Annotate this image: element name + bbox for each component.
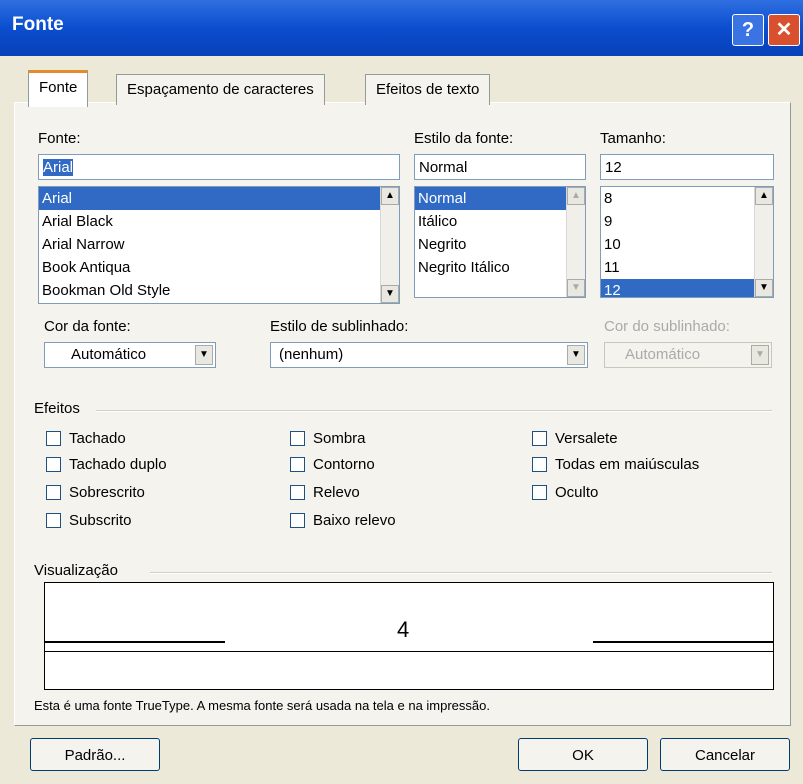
list-item[interactable]: Book Antiqua <box>39 256 399 279</box>
size-input[interactable]: 12 <box>600 154 774 180</box>
default-button[interactable]: Padrão... <box>30 738 160 771</box>
chevron-down-icon[interactable]: ▼ <box>567 345 585 365</box>
checkbox-box[interactable] <box>290 431 305 446</box>
preview-label: Visualização <box>34 562 118 579</box>
effects-label: Efeitos <box>34 400 80 417</box>
list-item[interactable]: Negrito Itálico <box>415 256 585 279</box>
checkbox-box[interactable] <box>290 457 305 472</box>
title-bar: Fonte ? ✕ <box>0 0 803 56</box>
checkbox-box[interactable] <box>532 457 547 472</box>
underline-color-select[interactable]: Automático ▼ <box>604 342 772 368</box>
preview-divider <box>150 572 772 574</box>
font-input[interactable]: Arial <box>38 154 400 180</box>
help-button[interactable]: ? <box>732 14 764 46</box>
ok-button[interactable]: OK <box>518 738 648 771</box>
list-item[interactable]: Normal <box>415 187 585 210</box>
list-item[interactable]: Bookman Old Style <box>39 279 399 302</box>
checkbox-contorno[interactable]: Contorno <box>290 456 375 473</box>
checkbox-relevo[interactable]: Relevo <box>290 484 360 501</box>
chevron-down-icon[interactable]: ▼ <box>195 345 213 365</box>
size-scrollbar[interactable]: ▲ ▼ <box>754 187 773 297</box>
tab-efeitos-texto[interactable]: Efeitos de texto <box>365 74 491 105</box>
style-list[interactable]: Normal Itálico Negrito Negrito Itálico ▲… <box>414 186 586 298</box>
tab-fonte[interactable]: Fonte <box>28 70 89 107</box>
list-item[interactable]: 9 <box>601 210 773 233</box>
checkbox-oculto[interactable]: Oculto <box>532 484 598 501</box>
font-color-label: Cor da fonte: <box>44 318 131 335</box>
list-item[interactable]: 12 <box>601 279 773 297</box>
underline-style-select[interactable]: (nenhum) ▼ <box>270 342 588 368</box>
checkbox-box[interactable] <box>532 431 547 446</box>
underline-style-label: Estilo de sublinhado: <box>270 318 409 335</box>
underline-color-label: Cor do sublinhado: <box>604 318 730 335</box>
chevron-down-icon[interactable]: ▼ <box>751 345 769 365</box>
preview-baseline-left <box>45 641 225 643</box>
list-item[interactable]: Arial <box>39 187 399 210</box>
checkbox-box[interactable] <box>46 513 61 528</box>
list-item[interactable]: 10 <box>601 233 773 256</box>
font-label: Fonte: <box>38 130 81 147</box>
close-button[interactable]: ✕ <box>768 14 800 46</box>
checkbox-box[interactable] <box>46 485 61 500</box>
list-item[interactable]: 8 <box>601 187 773 210</box>
preview-line <box>45 651 773 652</box>
checkbox-baixo-relevo[interactable]: Baixo relevo <box>290 512 396 529</box>
list-item[interactable]: Arial Narrow <box>39 233 399 256</box>
tab-espacamento[interactable]: Espaçamento de caracteres <box>116 74 325 105</box>
checkbox-todas-maiusculas[interactable]: Todas em maiúsculas <box>532 456 699 473</box>
checkbox-box[interactable] <box>46 431 61 446</box>
checkbox-versalete[interactable]: Versalete <box>532 430 618 447</box>
list-item[interactable]: 11 <box>601 256 773 279</box>
checkbox-box[interactable] <box>290 485 305 500</box>
checkbox-sombra[interactable]: Sombra <box>290 430 366 447</box>
checkbox-box[interactable] <box>290 513 305 528</box>
font-list[interactable]: Arial Arial Black Arial Narrow Book Anti… <box>38 186 400 304</box>
preview-box: 4 <box>44 582 774 690</box>
checkbox-sobrescrito[interactable]: Sobrescrito <box>46 484 145 501</box>
checkbox-box[interactable] <box>46 457 61 472</box>
scroll-down-icon[interactable]: ▼ <box>381 285 399 303</box>
checkbox-box[interactable] <box>532 485 547 500</box>
effects-divider <box>96 410 772 412</box>
preview-text: 4 <box>397 617 410 642</box>
window-title: Fonte <box>12 14 64 35</box>
font-scrollbar[interactable]: ▲ ▼ <box>380 187 399 303</box>
size-label: Tamanho: <box>600 130 666 147</box>
list-item[interactable]: Itálico <box>415 210 585 233</box>
scroll-down-icon[interactable]: ▼ <box>567 279 585 297</box>
style-scrollbar[interactable]: ▲ ▼ <box>566 187 585 297</box>
font-info-text: Esta é uma fonte TrueType. A mesma fonte… <box>34 698 490 713</box>
scroll-up-icon[interactable]: ▲ <box>755 187 773 205</box>
style-input[interactable]: Normal <box>414 154 586 180</box>
scroll-up-icon[interactable]: ▲ <box>381 187 399 205</box>
size-list[interactable]: 8 9 10 11 12 ▲ ▼ <box>600 186 774 298</box>
checkbox-tachado-duplo[interactable]: Tachado duplo <box>46 456 167 473</box>
style-label: Estilo da fonte: <box>414 130 514 147</box>
font-color-select[interactable]: Automático ▼ <box>44 342 216 368</box>
scroll-up-icon[interactable]: ▲ <box>567 187 585 205</box>
checkbox-subscrito[interactable]: Subscrito <box>46 512 132 529</box>
checkbox-tachado[interactable]: Tachado <box>46 430 126 447</box>
list-item[interactable]: Arial Black <box>39 210 399 233</box>
scroll-down-icon[interactable]: ▼ <box>755 279 773 297</box>
preview-baseline-right <box>593 641 773 643</box>
cancel-button[interactable]: Cancelar <box>660 738 790 771</box>
list-item[interactable]: Negrito <box>415 233 585 256</box>
